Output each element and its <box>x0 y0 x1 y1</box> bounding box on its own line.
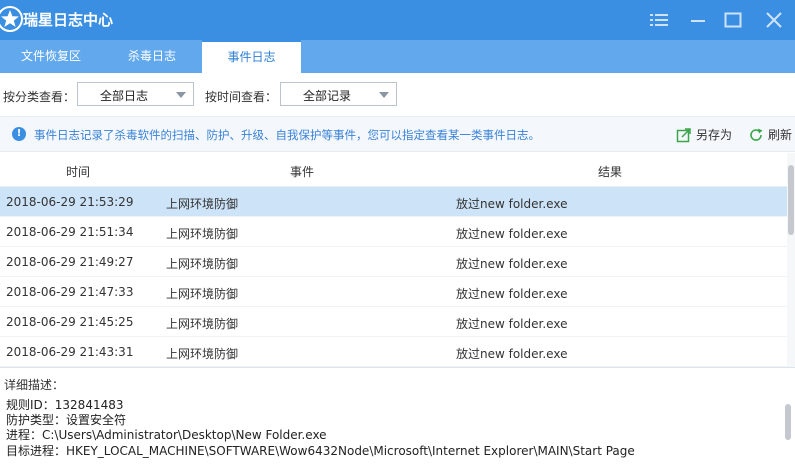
time-select[interactable]: 全部记录 <box>280 82 397 106</box>
table-row[interactable]: 2018-06-29 21:47:33 上网环境防御 放过new folder.… <box>0 277 788 307</box>
app-title: 瑞星日志中心 <box>23 11 114 29</box>
cell-time: 2018-06-29 21:51:34 <box>6 225 134 239</box>
cell-event: 上网环境防御 <box>166 317 239 331</box>
menu-icon <box>650 14 668 26</box>
maximize-button[interactable] <box>720 7 746 33</box>
cell-result: 放过new folder.exe <box>456 287 568 301</box>
minimize-icon <box>691 20 705 22</box>
cell-time: 2018-06-29 21:47:33 <box>6 285 134 299</box>
cell-event: 上网环境防御 <box>166 227 239 241</box>
table-row[interactable]: 2018-06-29 21:49:27 上网环境防御 放过new folder.… <box>0 247 788 277</box>
menu-button[interactable] <box>646 7 672 33</box>
column-header-time[interactable]: 时间 <box>66 163 90 180</box>
cell-result: 放过new folder.exe <box>456 317 568 331</box>
column-header-event[interactable]: 事件 <box>290 163 314 180</box>
chevron-down-icon <box>176 92 186 98</box>
chevron-down-icon <box>379 92 389 98</box>
cell-result: 放过new folder.exe <box>456 197 568 211</box>
maximize-icon <box>724 12 742 28</box>
cell-event: 上网环境防御 <box>166 347 239 361</box>
cell-time: 2018-06-29 21:49:27 <box>6 255 134 269</box>
info-bar: ! 事件日志记录了杀毒软件的扫描、防护、升级、自我保护等事件，您可以指定查看某一… <box>0 116 795 152</box>
time-filter-label: 按时间查看： <box>205 90 278 104</box>
time-select-value: 全部记录 <box>303 89 352 103</box>
tab-event-log[interactable]: 事件日志 <box>202 40 301 73</box>
close-icon <box>766 12 782 28</box>
refresh-icon <box>750 128 763 141</box>
detail-target-process: 目标进程：HKEY_LOCAL_MACHINE\SOFTWARE\Wow6432… <box>6 444 635 458</box>
cell-time: 2018-06-29 21:43:31 <box>6 345 134 359</box>
table-row[interactable]: 2018-06-29 21:53:29 上网环境防御 放过new folder.… <box>0 187 788 217</box>
cell-result: 放过new folder.exe <box>456 227 568 241</box>
column-header-result[interactable]: 结果 <box>598 163 622 180</box>
cell-event: 上网环境防御 <box>166 197 239 211</box>
event-log-table: 2018-06-29 21:53:29 上网环境防御 放过new folder.… <box>0 187 788 367</box>
cell-result: 放过new folder.exe <box>456 347 568 361</box>
cell-event: 上网环境防御 <box>166 287 239 301</box>
cell-event: 上网环境防御 <box>166 257 239 271</box>
refresh-button[interactable]: 刷新 <box>748 126 792 143</box>
table-row[interactable]: 2018-06-29 21:43:31 上网环境防御 放过new folder.… <box>0 337 788 367</box>
category-filter-label: 按分类查看： <box>3 90 76 104</box>
table-row[interactable]: 2018-06-29 21:45:25 上网环境防御 放过new folder.… <box>0 307 788 337</box>
table-header: 时间 事件 结果 <box>0 153 795 187</box>
tab-scan-log[interactable]: 杀毒日志 <box>102 40 202 73</box>
table-scrollbar[interactable] <box>787 153 795 367</box>
detail-panel: 详细描述： 规则ID：132841483 防护类型：设置安全符 进程：C:\Us… <box>0 367 795 466</box>
rising-star-logo-icon <box>0 6 23 32</box>
refresh-label: 刷新 <box>768 128 793 142</box>
tab-bar: 文件恢复区 杀毒日志 事件日志 <box>0 40 795 73</box>
save-as-button[interactable]: 另存为 <box>676 126 732 143</box>
info-icon: ! <box>12 127 26 141</box>
info-text: 事件日志记录了杀毒软件的扫描、防护、升级、自我保护等事件，您可以指定查看某一类事… <box>34 128 540 142</box>
detail-scrollbar-thumb[interactable] <box>785 404 791 440</box>
export-icon <box>676 127 691 142</box>
category-select-value: 全部日志 <box>100 89 149 103</box>
close-button[interactable] <box>761 7 787 33</box>
filter-bar: 按分类查看： 全部日志 按时间查看： 全部记录 <box>0 73 795 116</box>
detail-scrollbar[interactable] <box>781 368 795 466</box>
cell-time: 2018-06-29 21:45:25 <box>6 315 134 329</box>
cell-time: 2018-06-29 21:53:29 <box>6 195 134 209</box>
table-row[interactable]: 2018-06-29 21:51:34 上网环境防御 放过new folder.… <box>0 217 788 247</box>
detail-title: 详细描述： <box>4 378 65 392</box>
table-scrollbar-thumb[interactable] <box>788 165 794 235</box>
title-bar: 瑞星日志中心 <box>0 0 795 40</box>
minimize-button[interactable] <box>685 7 711 33</box>
cell-result: 放过new folder.exe <box>456 257 568 271</box>
category-select[interactable]: 全部日志 <box>77 82 194 106</box>
save-as-label: 另存为 <box>696 128 733 142</box>
detail-process: 进程：C:\Users\Administrator\Desktop\New Fo… <box>6 428 327 442</box>
tab-file-recovery[interactable]: 文件恢复区 <box>0 40 102 73</box>
